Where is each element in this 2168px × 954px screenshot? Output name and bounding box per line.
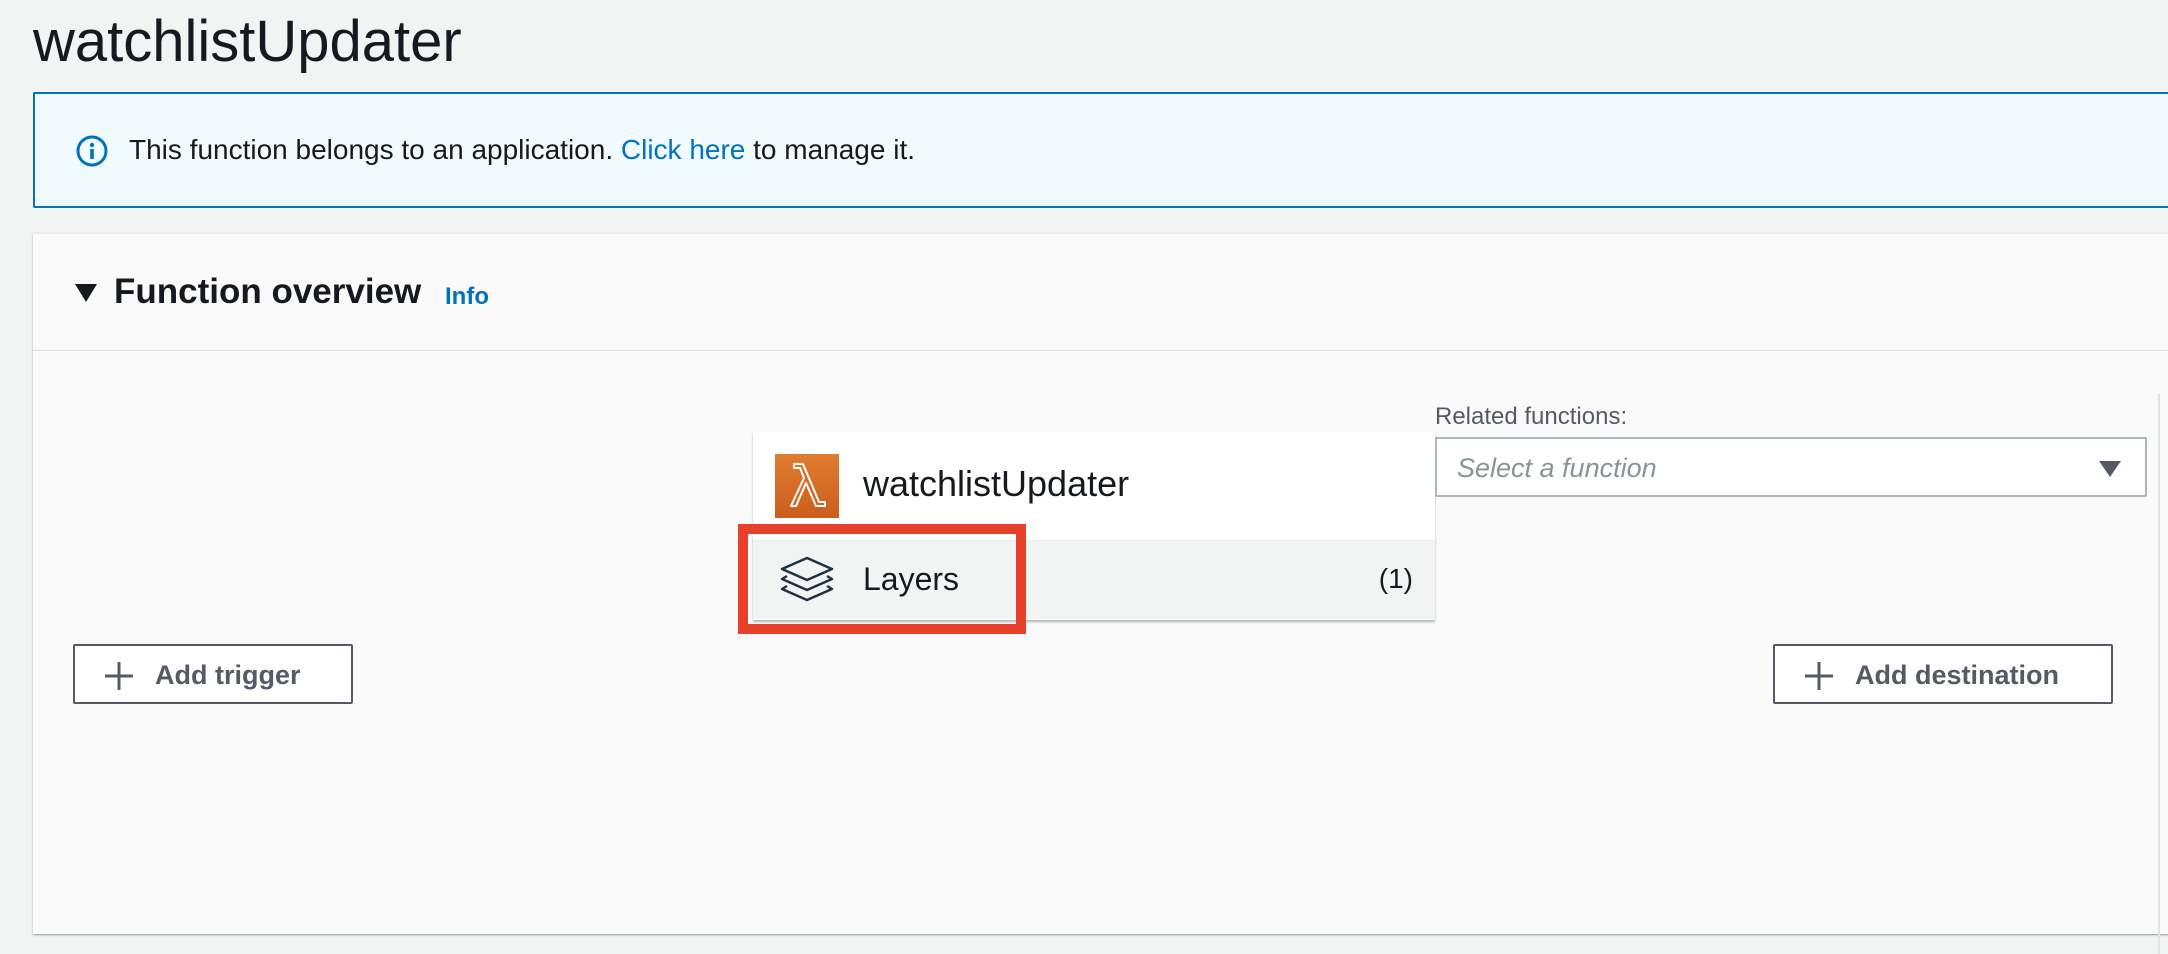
- add-destination-label: Add destination: [1855, 660, 2059, 690]
- add-destination-button[interactable]: Add destination: [1773, 644, 2113, 704]
- function-card: watchlistUpdater Layers (1): [753, 432, 1435, 620]
- function-overview-header: Function overview Info: [33, 234, 2168, 351]
- function-name: watchlistUpdater: [863, 463, 1130, 504]
- banner-text-after: to manage it.: [745, 134, 916, 165]
- related-functions-label: Related functions:: [1435, 403, 1628, 430]
- function-card-header[interactable]: watchlistUpdater: [753, 432, 1435, 540]
- related-functions-select[interactable]: Select a function: [1435, 437, 2147, 497]
- lambda-icon: [775, 454, 839, 518]
- banner-text-before: This function belongs to an application.: [129, 134, 621, 165]
- add-trigger-label: Add trigger: [155, 660, 301, 690]
- info-circle-icon: [76, 135, 108, 167]
- function-overview-panel: Function overview Info watchlistUpdater …: [33, 233, 2168, 954]
- info-link[interactable]: Info: [445, 282, 489, 312]
- caret-down-icon: [2099, 461, 2121, 477]
- banner-message: This function belongs to an application.…: [129, 132, 915, 168]
- function-overview-title: Function overview: [114, 272, 422, 311]
- related-functions-placeholder: Select a function: [1457, 453, 1657, 483]
- plus-icon: [1805, 662, 1833, 690]
- layers-icon: [780, 556, 834, 602]
- manage-application-link[interactable]: Click here: [621, 134, 745, 165]
- page-title: watchlistUpdater: [33, 9, 462, 74]
- diagram-divider: [2158, 394, 2160, 954]
- layers-row[interactable]: Layers (1): [753, 540, 1435, 619]
- application-info-banner: This function belongs to an application.…: [33, 92, 2168, 208]
- collapse-caret-icon[interactable]: [75, 284, 97, 302]
- plus-icon: [105, 662, 133, 690]
- layers-count: (1): [1378, 563, 1413, 594]
- layers-label: Layers: [863, 561, 960, 597]
- add-trigger-button[interactable]: Add trigger: [73, 644, 353, 704]
